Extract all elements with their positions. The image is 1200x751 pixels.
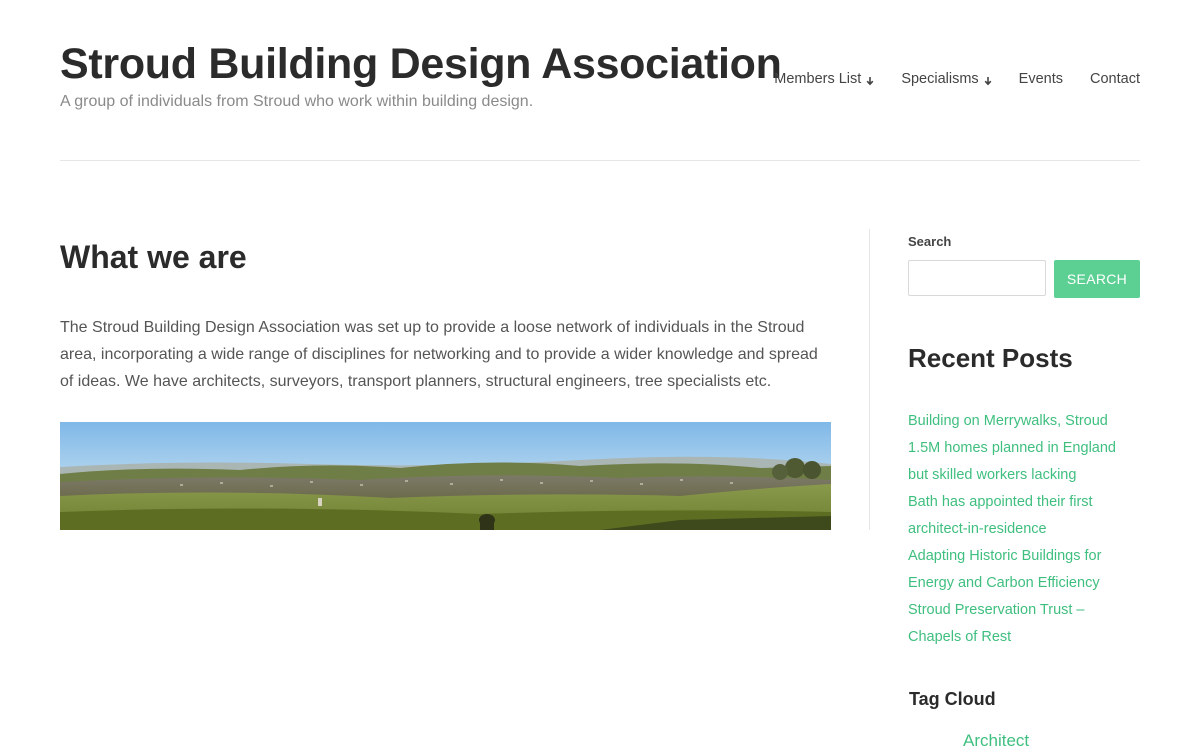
site-header: Stroud Building Design Association A gro…: [60, 0, 1140, 161]
nav-item-members-list[interactable]: Members List: [774, 71, 874, 87]
list-item: Adapting Historic Buildings for Energy a…: [908, 543, 1140, 597]
site-tagline: A group of individuals from Stroud who w…: [60, 93, 534, 110]
tag-link[interactable]: Architect: [963, 731, 1029, 751]
nav-item-contact[interactable]: Contact: [1090, 71, 1140, 87]
nav-item-label: Events: [1018, 71, 1064, 87]
arrow-down-icon: [866, 77, 874, 86]
list-item: Bath has appointed their first architect…: [908, 489, 1140, 543]
recent-post-link[interactable]: Building on Merrywalks, Stroud: [908, 413, 1108, 429]
search-input[interactable]: [908, 260, 1046, 296]
nav-item-specialisms[interactable]: Specialisms: [901, 71, 992, 87]
recent-post-link[interactable]: 1.5M homes planned in England but skille…: [908, 440, 1116, 483]
nav-item-label: Members List: [774, 71, 862, 87]
search-button[interactable]: SEARCH: [1054, 260, 1140, 298]
nav-item-label: Specialisms: [901, 71, 979, 87]
nav-item-events[interactable]: Events: [1019, 71, 1063, 87]
list-item: Building on Merrywalks, Stroud: [908, 408, 1140, 435]
site-title[interactable]: Stroud Building Design Association: [60, 40, 782, 89]
recent-post-link[interactable]: Stroud Preservation Trust – Chapels of R…: [908, 602, 1085, 645]
arrow-down-icon: [984, 77, 992, 86]
intro-paragraph: The Stroud Building Design Association w…: [60, 319, 818, 390]
recent-post-link[interactable]: Adapting Historic Buildings for Energy a…: [908, 548, 1101, 591]
recent-post-link[interactable]: Bath has appointed their first architect…: [908, 494, 1093, 537]
page-heading: What we are: [60, 239, 247, 275]
nav-item-label: Contact: [1090, 71, 1140, 87]
list-item: 1.5M homes planned in England but skille…: [908, 435, 1140, 489]
main-nav: Members List Specialisms Events Contact: [774, 71, 1140, 87]
recent-posts-title: Recent Posts: [908, 343, 1073, 373]
recent-posts-list: Building on Merrywalks, Stroud 1.5M home…: [908, 408, 1140, 651]
tag-cloud-title: Tag Cloud: [909, 689, 996, 709]
search-label: Search: [908, 234, 952, 249]
sidebar-divider: [869, 229, 870, 530]
panorama-image: [60, 422, 831, 530]
list-item: Stroud Preservation Trust – Chapels of R…: [908, 597, 1140, 651]
